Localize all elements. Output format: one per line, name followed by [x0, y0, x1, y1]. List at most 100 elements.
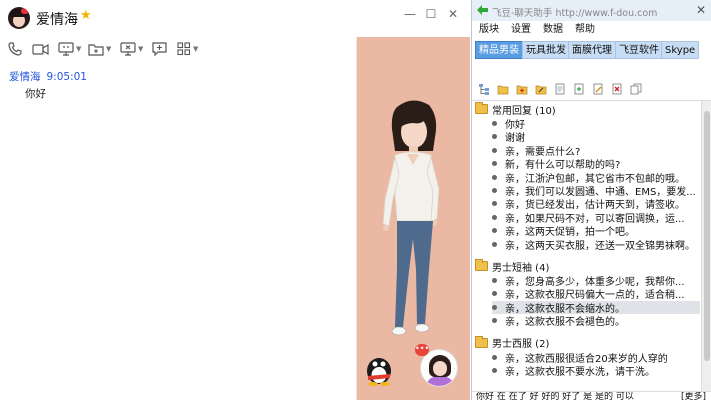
reply-item-text: 亲，我们可以发圆通、中通、EMS，要发... [505, 187, 696, 197]
reply-item[interactable]: 亲，这款衣服不要水洗，请干洗。 [492, 364, 700, 377]
menu-data[interactable]: 数据 [543, 21, 563, 39]
screen-share-icon [58, 42, 74, 56]
reply-group[interactable]: 常用回复 (10) [475, 102, 556, 117]
fdou-title: 飞豆-聊天助手 http://www.f-dou.com [492, 8, 658, 19]
star-icon[interactable]: ★ [80, 8, 92, 23]
add-folder-icon[interactable] [516, 83, 528, 95]
close-button[interactable]: ✕ [446, 7, 460, 21]
chat-window: 爱情海 ★ — ☐ ✕ ▼ ▼ ▼ ▼ 爱情海 9:05:01 你好 ••• [0, 0, 470, 400]
tab-skype[interactable]: Skype [661, 41, 700, 59]
bullet-icon [492, 214, 497, 220]
fdou-titlebar: 飞豆-聊天助手 http://www.f-dou.com ✕ [472, 0, 711, 21]
screen-share-button[interactable]: ▼ [58, 40, 81, 58]
video-button[interactable] [32, 40, 49, 58]
tab-fdou-software[interactable]: 飞豆软件 [615, 41, 663, 59]
reply-group-label: 男士短袖 (4) [492, 262, 550, 274]
chevron-down-icon[interactable]: ▼ [106, 45, 111, 53]
message-area[interactable]: 爱情海 9:05:01 你好 [0, 64, 355, 400]
bullet-icon [492, 318, 497, 324]
add-item-icon[interactable] [573, 83, 585, 95]
new-folder-icon[interactable] [497, 83, 509, 95]
folder-open-icon [475, 102, 488, 114]
edit-folder-icon[interactable] [535, 83, 547, 95]
list-scrollbar[interactable] [701, 101, 711, 391]
reply-item[interactable]: 谢谢 [492, 130, 700, 143]
reply-item[interactable]: 亲，这两天买衣服，还送一双全锦男袜啊。 [492, 238, 700, 251]
maximize-button[interactable]: ☐ [424, 7, 438, 21]
menu-bankuai[interactable]: 版块 [479, 21, 499, 39]
reply-item-text: 亲，您身高多少，体重多少呢，我帮你... [505, 277, 685, 287]
reply-group[interactable]: 男士短袖 (4) [475, 259, 550, 274]
reply-item[interactable]: 新，有什么可以帮助的吗? [492, 157, 700, 170]
reply-item-text: 亲，这款衣服尺码偏大一点的，适合稍... [505, 290, 685, 301]
folder-icon [88, 43, 104, 56]
contact-name[interactable]: 爱情海 [36, 9, 78, 29]
fdou-tabs: 精品男装 玩具批发 面膜代理 飞豆软件 Skype [472, 39, 711, 63]
quick-phrase-bar[interactable]: 你好 在 在了 好 好的 好了 是 是的 可以 [更多] [472, 391, 711, 400]
own-avatar-face [433, 361, 447, 376]
bullet-icon [492, 201, 497, 207]
file-button[interactable]: ▼ [88, 40, 111, 58]
tab-menswear[interactable]: 精品男装 [475, 41, 523, 59]
bullet-icon [492, 354, 497, 360]
tab-toys[interactable]: 玩具批发 [522, 41, 570, 59]
reply-item[interactable]: 亲，这款衣服尺码偏大一点的，适合稍... [492, 287, 700, 300]
reply-item-text: 新，有什么可以帮助的吗? [505, 160, 621, 171]
chevron-down-icon[interactable]: ▼ [193, 45, 198, 53]
reply-item[interactable]: 你好 [492, 117, 700, 130]
reply-group-label: 男士西服 (2) [492, 339, 550, 351]
quick-reply-list[interactable]: 常用回复 (10) 你好谢谢亲，需要点什么? 新，有什么可以帮助的吗? 亲，江浙沪包邮… [472, 101, 701, 391]
bullet-icon [492, 174, 497, 180]
reply-item[interactable]: 亲，如果尺码不对，可以寄回调换，运... [492, 211, 700, 224]
reply-item[interactable]: 亲，我们可以发圆通、中通、EMS，要发... [492, 184, 700, 197]
more-link[interactable]: [更多] [681, 392, 706, 400]
menu-settings[interactable]: 设置 [511, 21, 531, 39]
own-avatar-body [427, 377, 453, 386]
edit-item-icon[interactable] [592, 83, 604, 95]
chevron-down-icon[interactable]: ▼ [138, 45, 143, 53]
reply-item[interactable]: 亲，需要点什么? [492, 144, 700, 157]
reply-item-text: 谢谢 [505, 133, 525, 144]
delete-item-icon[interactable] [611, 83, 623, 95]
contact-avatar[interactable] [8, 7, 30, 29]
tab-masks[interactable]: 面膜代理 [568, 41, 616, 59]
reply-group[interactable]: 男士西服 (2) [475, 335, 550, 351]
reply-group-label: 常用回复 (10) [492, 105, 556, 117]
new-item-icon[interactable] [554, 83, 566, 95]
back-arrow-icon[interactable] [476, 4, 489, 16]
tree-icon[interactable] [478, 83, 490, 95]
quick-phrases[interactable]: 你好 在 在了 好 好的 好了 是 是的 可以 [476, 392, 634, 400]
reply-item-text: 亲，需要点什么? [505, 146, 581, 157]
reply-item[interactable]: 亲，这款衣服不会褪色的。 [492, 314, 700, 327]
reply-item-text: 亲，这款衣服不会褪色的。 [505, 317, 625, 328]
phone-icon [8, 42, 22, 56]
reply-item-text: 你好 [505, 120, 525, 130]
reply-item[interactable]: 亲，这款西服很适合20来岁的人穿的 [492, 351, 700, 364]
message-text: 你好 [25, 88, 46, 100]
remote-desktop-button[interactable]: ▼ [120, 40, 143, 58]
message-sender: 爱情海 [9, 71, 41, 83]
apps-grid-icon [177, 42, 191, 56]
chat-titlebar: 爱情海 ★ — ☐ ✕ [0, 0, 470, 34]
minimize-button[interactable]: — [403, 7, 417, 21]
reply-item-text: 亲，这两天买衣服，还送一双全锦男袜啊。 [505, 240, 695, 251]
reply-item[interactable]: 亲，这款衣服不会缩水的。 [492, 300, 700, 314]
reply-item[interactable]: 亲，您身高多少，体重多少呢，我帮你... [492, 274, 700, 287]
notification-badge[interactable]: ••• [415, 344, 429, 356]
menu-help[interactable]: 帮助 [575, 21, 595, 39]
add-chat-button[interactable] [152, 40, 167, 58]
reply-item[interactable]: 亲，这两天促销，拍一个吧。 [492, 224, 700, 237]
phone-button[interactable] [8, 40, 22, 58]
bullet-icon [492, 147, 497, 153]
chevron-down-icon[interactable]: ▼ [76, 45, 81, 53]
fdou-close-button[interactable]: ✕ [696, 3, 706, 17]
reply-item[interactable]: 亲，江浙沪包邮，其它省市不包邮的哦。 [492, 171, 700, 184]
scrollbar-thumb[interactable] [704, 111, 710, 361]
reply-item[interactable]: 亲，货已经发出，估计两天到，请签收。 [492, 197, 700, 210]
apps-button[interactable]: ▼ [177, 40, 198, 58]
bullet-icon [492, 188, 497, 193]
qq-show-avatar [382, 100, 440, 336]
add-chat-icon [152, 42, 167, 56]
copy-icon[interactable] [630, 83, 642, 95]
reply-item-text: 亲，货已经发出，估计两天到，请签收。 [505, 200, 685, 211]
